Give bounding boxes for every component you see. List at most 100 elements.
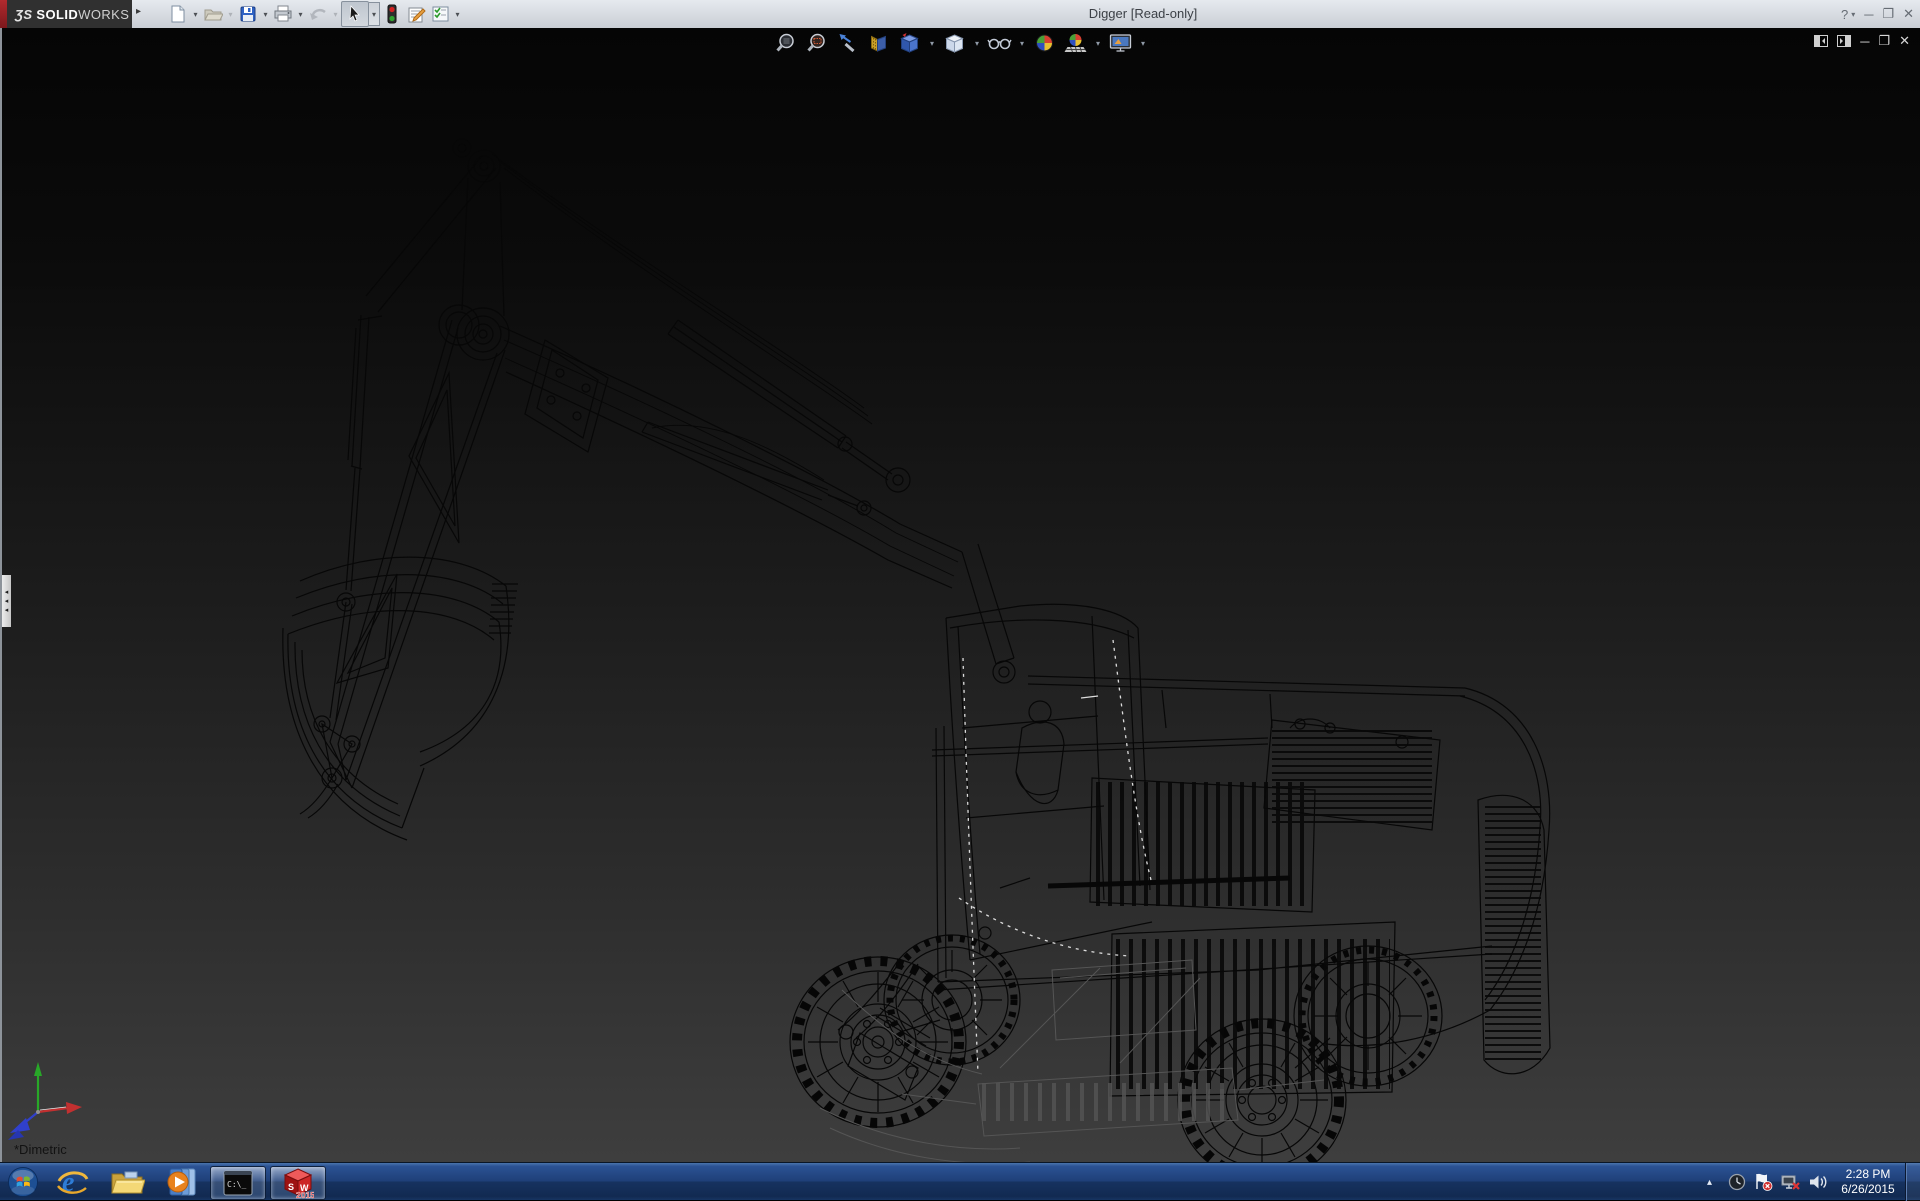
print-dropdown[interactable]: ▾	[295, 10, 306, 19]
brand-red-stripe	[0, 0, 7, 28]
open-icon	[203, 5, 223, 23]
previous-view-icon	[837, 32, 859, 54]
graphics-viewport[interactable]: ◂ ◂ ◂	[0, 28, 1920, 1162]
solidworks-mark-icon: ƷS	[15, 7, 32, 22]
view-orientation-button[interactable]	[897, 30, 923, 56]
collapse-arrow-icon: ◂	[5, 598, 9, 605]
menu-expand-arrow[interactable]: ▸	[136, 6, 141, 17]
undo-dropdown[interactable]: ▾	[330, 10, 341, 19]
print-icon	[273, 5, 293, 23]
start-button[interactable]	[0, 1163, 46, 1201]
window-title: Digger [Read-only]	[1089, 0, 1197, 28]
select-cursor-icon	[347, 5, 363, 23]
previous-view-button[interactable]	[835, 30, 861, 56]
new-document-icon	[169, 5, 187, 23]
select-button[interactable]	[341, 1, 369, 27]
select-dropdown[interactable]: ▾	[369, 2, 380, 26]
taskbar-command-prompt[interactable]: C:\_	[210, 1166, 266, 1200]
clock-date: 6/26/2015	[1835, 1182, 1901, 1197]
doc-close-button[interactable]: ✕	[1899, 33, 1910, 49]
reference-triad	[4, 1034, 104, 1144]
help-dropdown[interactable]: ▾	[1851, 10, 1855, 19]
apply-scene-icon	[1064, 32, 1088, 54]
save-button[interactable]	[236, 2, 260, 26]
taskbar: e	[0, 1162, 1920, 1200]
design-checker-dropdown[interactable]: ▾	[452, 10, 463, 19]
minimize-button[interactable]: ─	[1864, 7, 1873, 22]
display-style-icon	[944, 32, 966, 54]
volume-icon[interactable]	[1804, 1163, 1831, 1201]
open-dropdown[interactable]: ▾	[225, 10, 236, 19]
close-button[interactable]: ✕	[1903, 6, 1914, 22]
view-settings-dropdown[interactable]: ▾	[1139, 39, 1148, 48]
titlebar: ƷSSOLIDWORKS ▸ ▾ ▾ ▾	[0, 0, 1920, 29]
hide-show-items-icon	[988, 32, 1012, 54]
taskbar-media-player[interactable]	[154, 1163, 208, 1201]
tray-clock-icon[interactable]	[1723, 1163, 1750, 1201]
hidden-icons-arrow-icon: ▴	[1707, 1177, 1712, 1188]
new-document-button[interactable]	[166, 2, 190, 26]
expand-feature-pane-icon[interactable]	[1814, 35, 1828, 47]
network-status-icon[interactable]	[1777, 1163, 1804, 1201]
taskbar-windows-explorer[interactable]	[100, 1163, 154, 1201]
zoom-to-area-button[interactable]	[804, 30, 830, 56]
edit-appearance-button[interactable]	[1032, 30, 1058, 56]
options-button[interactable]	[404, 2, 428, 26]
hide-show-items-button[interactable]	[987, 30, 1013, 56]
feature-panel-expand-tab[interactable]: ◂ ◂ ◂	[2, 575, 11, 627]
save-icon	[239, 5, 257, 23]
hide-show-items-dropdown[interactable]: ▾	[1018, 39, 1027, 48]
collapse-arrow-icon: ◂	[5, 607, 9, 614]
show-desktop-button[interactable]	[1905, 1163, 1920, 1201]
print-button[interactable]	[271, 2, 295, 26]
edit-appearance-icon	[1034, 32, 1056, 54]
zoom-to-fit-icon	[775, 32, 797, 54]
design-checker-button[interactable]	[428, 2, 452, 26]
folder-icon	[109, 1166, 145, 1198]
action-center-flag-icon[interactable]	[1750, 1163, 1777, 1201]
apply-scene-button[interactable]	[1063, 30, 1089, 56]
undo-icon	[308, 5, 328, 23]
windows-start-icon	[7, 1166, 39, 1198]
expand-display-pane-icon[interactable]	[1837, 35, 1851, 47]
taskbar-solidworks-2015[interactable]: S W 2015	[270, 1166, 326, 1200]
headsup-view-toolbar: ▾ ▾ ▾	[773, 30, 1148, 56]
traffic-light-button[interactable]	[380, 2, 404, 26]
digger-wireframe-model[interactable]	[0, 28, 1920, 1162]
display-style-dropdown[interactable]: ▾	[973, 39, 982, 48]
undo-button[interactable]	[306, 2, 330, 26]
doc-restore-button[interactable]: ❐	[1878, 33, 1890, 49]
zoom-to-fit-button[interactable]	[773, 30, 799, 56]
doc-minimize-button[interactable]: ─	[1860, 34, 1869, 49]
sw-year: 2015	[296, 1190, 314, 1199]
display-style-button[interactable]	[942, 30, 968, 56]
traffic-light-icon	[386, 4, 398, 24]
window-controls: ? ▾ ─ ❐ ✕	[1832, 0, 1914, 28]
command-prompt-icon-text: C:\_	[227, 1180, 246, 1189]
section-view-button[interactable]	[866, 30, 892, 56]
command-prompt-icon: C:\_	[223, 1170, 253, 1196]
sw-letter-s: S	[288, 1182, 294, 1192]
open-button[interactable]	[201, 2, 225, 26]
options-icon	[406, 5, 426, 24]
help-button[interactable]: ?	[1841, 7, 1848, 22]
zoom-to-area-icon	[806, 32, 828, 54]
collapse-arrow-icon: ◂	[5, 589, 9, 596]
clock-time: 2:28 PM	[1835, 1167, 1901, 1182]
new-dropdown[interactable]: ▾	[190, 10, 201, 19]
solidworks-logo: ƷSSOLIDWORKS	[0, 0, 132, 28]
view-orientation-icon	[899, 32, 921, 54]
media-player-icon	[164, 1166, 198, 1198]
taskbar-clock[interactable]: 2:28 PM 6/26/2015	[1835, 1167, 1901, 1197]
taskbar-internet-explorer[interactable]: e	[46, 1163, 100, 1201]
brand-text: ƷSSOLIDWORKS	[15, 7, 129, 22]
show-hidden-icons-button[interactable]: ▴	[1696, 1163, 1723, 1201]
design-checker-icon	[431, 5, 450, 23]
restore-button[interactable]: ❐	[1882, 6, 1894, 22]
save-dropdown[interactable]: ▾	[260, 10, 271, 19]
view-settings-button[interactable]	[1108, 30, 1134, 56]
view-orientation-dropdown[interactable]: ▾	[928, 39, 937, 48]
view-settings-icon	[1109, 32, 1133, 54]
solidworks-cube-icon: S W 2015	[282, 1167, 314, 1199]
apply-scene-dropdown[interactable]: ▾	[1094, 39, 1103, 48]
